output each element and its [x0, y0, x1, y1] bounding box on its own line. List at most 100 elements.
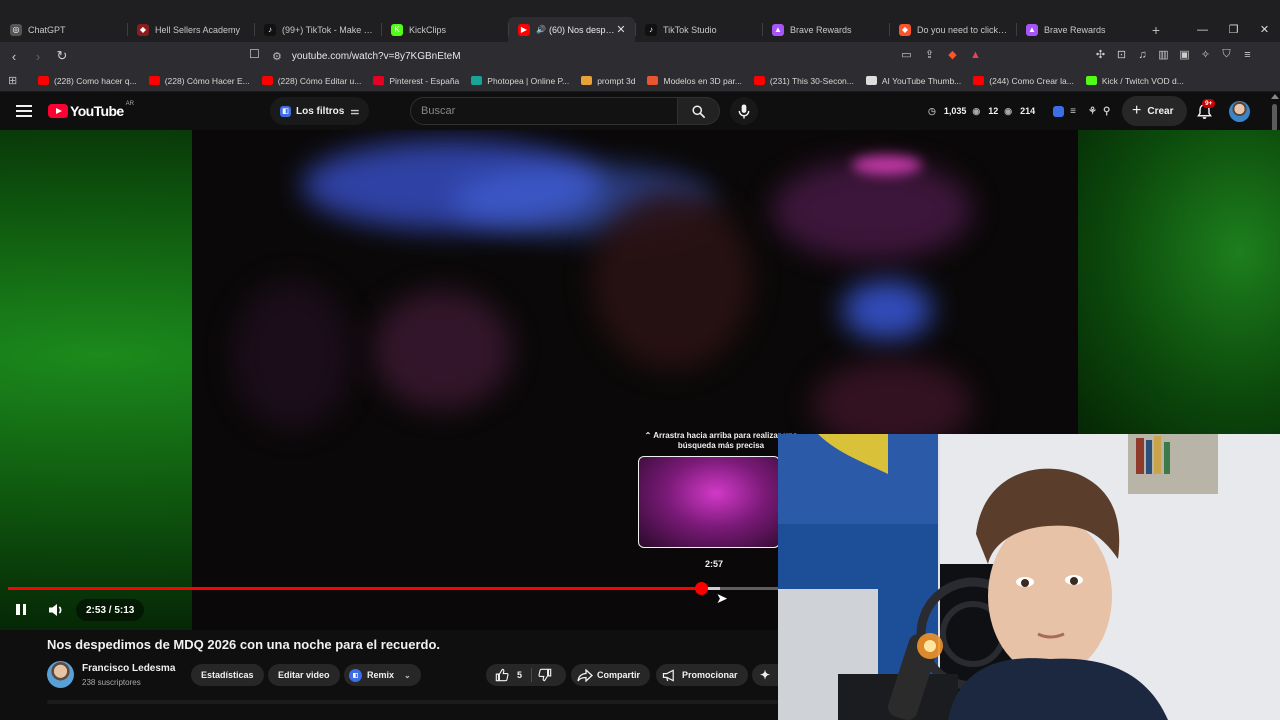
tab-audio-icon[interactable]: 🔊 [536, 25, 546, 34]
bookmark-item[interactable]: Photopea | Online P... [471, 76, 569, 86]
tab-favicon-icon: ▲ [772, 23, 784, 36]
create-button[interactable]: + Crear [1122, 96, 1188, 126]
bookmark-item[interactable]: Modelos en 3D par... [647, 76, 742, 86]
stats-button-label: Estadísticas [201, 670, 254, 680]
reload-icon[interactable]: ↻ [52, 46, 72, 66]
media-icon[interactable]: ♫ [1134, 46, 1151, 63]
close-window-icon[interactable]: ✕ [1249, 17, 1280, 42]
browser-tab[interactable]: ▶ 🔊(60) Nos despedim✕ [508, 17, 635, 42]
seek-preview-thumbnail [638, 456, 780, 548]
dislike-button[interactable] [538, 668, 552, 687]
browser-tab[interactable]: ♪ TikTok Studio [635, 17, 762, 42]
tab-favicon-icon: ▶ [518, 23, 530, 36]
remix-label: Remix [367, 670, 395, 680]
extension-badge-icon[interactable] [1053, 105, 1065, 117]
browser-tab[interactable]: ▲ Brave Rewards [762, 17, 889, 42]
bookmark-item[interactable]: Pinterest - España [373, 76, 459, 86]
browser-tab[interactable]: ▲ Brave Rewards [1016, 17, 1143, 42]
bookmark-item[interactable]: prompt 3d [581, 76, 635, 86]
bookmark-item[interactable]: (231) This 30-Secon... [753, 76, 854, 86]
tab-title: (60) Nos despedim [548, 24, 615, 35]
tab-title: Do you need to click on E [917, 24, 1008, 35]
filters-button[interactable]: ◧ Los filtros ⚌ [270, 97, 370, 125]
pause-button[interactable] [13, 601, 29, 617]
bookmark-favicon-icon [373, 76, 385, 85]
share-icon[interactable]: ⇪ [921, 46, 938, 63]
youtube-play-icon [48, 104, 68, 118]
brave-shield-icon[interactable]: ◆ [944, 46, 961, 63]
bookmark-label: (244) Como Crear la... [989, 75, 1074, 86]
channel-avatar[interactable] [47, 661, 74, 688]
description-strip [0, 700, 778, 720]
minimize-icon[interactable]: — [1187, 17, 1218, 42]
browser-tab[interactable]: ◆ Hell Sellers Academy [127, 17, 254, 42]
ask-ai-button[interactable]: ✦ [752, 664, 778, 686]
window-controls: — ❐ ✕ [1187, 17, 1280, 42]
bookmark-label: (228) Cómo Hacer E... [164, 75, 250, 86]
menu-icon[interactable]: ≡ [1239, 46, 1256, 63]
url-field[interactable]: ⚙ youtube.com/watch?v=8y7KGBnEteM [272, 45, 992, 67]
tab-favicon-icon: K [391, 23, 403, 36]
leo-ai-icon[interactable]: ✧ [1197, 46, 1214, 63]
bookmark-item[interactable]: AI YouTube Thumb... [865, 76, 961, 86]
browser-tab[interactable]: K KickClips [381, 17, 508, 42]
sidebar-icon[interactable]: ▥ [1155, 46, 1172, 63]
share-button[interactable]: Compartir [571, 664, 651, 686]
bookmark-item[interactable]: (228) Como hacer q... [38, 76, 137, 86]
bookmark-item[interactable]: Kick / Twitch VOD d... [1085, 75, 1184, 86]
video-title: Nos despedimos de MDQ 2026 con una noche… [47, 637, 441, 652]
bookmark-favicon-icon [261, 76, 273, 85]
vpn-icon[interactable]: ⛉ [1218, 46, 1235, 63]
stats-button[interactable]: Estadísticas [191, 664, 264, 686]
back-icon[interactable]: ‹ [4, 46, 24, 66]
channel-name[interactable]: Francisco Ledesma [82, 663, 175, 674]
progress-bar[interactable] [8, 582, 778, 595]
extension-icon[interactable]: ✣ [1092, 46, 1109, 63]
scroll-up-icon[interactable] [1271, 94, 1279, 99]
remix-button[interactable]: ◧ Remix ⌄ [344, 664, 421, 686]
search-input[interactable] [421, 105, 677, 117]
bookmark-icon[interactable]: ☐ [249, 47, 260, 61]
progress-scrubber[interactable] [695, 582, 708, 595]
address-bar-row: ‹ › ↻ ☐ ⚙ youtube.com/watch?v=8y7KGBnEte… [0, 42, 1280, 70]
bookmark-item[interactable]: (244) Como Crear la... [973, 76, 1074, 86]
webcam-overlay [778, 434, 1280, 720]
browser-tab[interactable]: ♪ (99+) TikTok - Make Your D [254, 17, 381, 42]
search-button[interactable] [678, 97, 720, 125]
like-button[interactable]: 5 [495, 668, 522, 682]
chevron-down-icon[interactable]: ⌄ [404, 671, 411, 680]
browser-tab[interactable]: ◆ Do you need to click on E [889, 17, 1016, 42]
time-text: 2:53 / 5:13 [86, 604, 135, 616]
search-icon [692, 104, 705, 118]
browser-tab[interactable]: ◎ ChatGPT [0, 17, 127, 42]
bookmark-item[interactable]: (228) Cómo Editar u... [261, 76, 361, 86]
bookmarks-bar: ⊞ (228) Como hacer q... (228) Cómo Hacer … [0, 70, 1280, 92]
link-icon[interactable]: ⚲ [1103, 106, 1110, 117]
restore-icon[interactable]: ❐ [1218, 17, 1249, 42]
hamburger-menu-icon[interactable] [16, 102, 32, 120]
cast-icon[interactable]: ▭ [898, 46, 915, 63]
tab-close-icon[interactable]: ✕ [615, 23, 627, 36]
screenshot-icon[interactable]: ⊡ [1113, 46, 1130, 63]
voice-search-button[interactable] [730, 97, 758, 125]
edit-video-label: Editar video [278, 670, 330, 680]
edit-video-button[interactable]: Editar video [268, 664, 340, 686]
youtube-logo[interactable]: YouTube AR [48, 101, 134, 119]
sparkle-icon[interactable]: ⚘ [1088, 106, 1097, 117]
forward-icon[interactable]: › [28, 46, 48, 66]
apps-grid-icon[interactable]: ⊞ [8, 74, 24, 87]
thumbs-up-icon [495, 668, 509, 682]
account-avatar[interactable] [1229, 101, 1250, 122]
brave-rewards-icon[interactable]: ▲ [967, 46, 984, 63]
tab-title: TikTok Studio [663, 24, 717, 35]
bookmark-label: Kick / Twitch VOD d... [1101, 75, 1184, 86]
tab-list: ◎ ChatGPT ◆ Hell Sellers Academy ♪ (99+) TikT… [0, 17, 1169, 42]
wallet-icon[interactable]: ▣ [1176, 46, 1193, 63]
promote-button[interactable]: Promocionar [656, 664, 748, 686]
site-settings-icon[interactable]: ⚙ [272, 50, 282, 63]
list-icon[interactable]: ≡ [1070, 106, 1076, 117]
tab-favicon-icon: ◆ [137, 23, 149, 36]
volume-icon[interactable] [47, 601, 65, 619]
bookmark-item[interactable]: (228) Cómo Hacer E... [148, 75, 250, 86]
new-tab-icon[interactable]: + [1143, 17, 1169, 42]
